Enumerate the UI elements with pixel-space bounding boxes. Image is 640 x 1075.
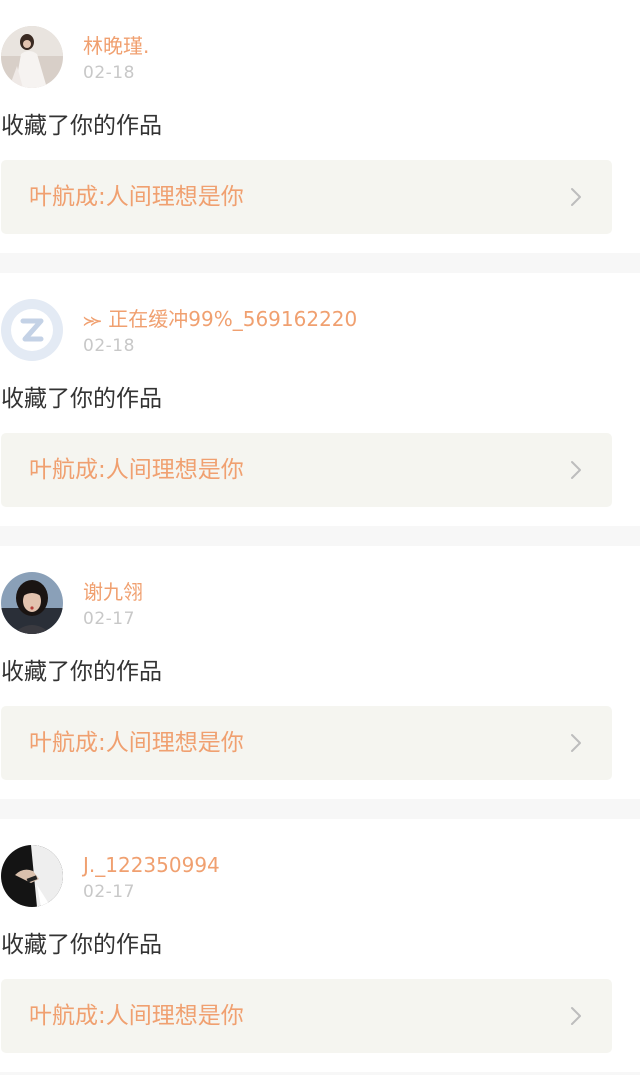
work-title: 叶航成:人间理想是你 xyxy=(29,1003,244,1029)
user-photo-icon xyxy=(1,572,63,634)
chevron-right-icon xyxy=(571,461,581,479)
timestamp: 02-17 xyxy=(83,882,135,902)
avatar[interactable] xyxy=(1,845,63,907)
divider xyxy=(0,799,640,819)
notification-card: J._122350994 02-17 收藏了你的作品 叶航成:人间理想是你 xyxy=(0,819,640,1072)
action-text: 收藏了你的作品 xyxy=(1,659,162,685)
timestamp: 02-17 xyxy=(83,609,135,629)
chevron-right-icon xyxy=(571,188,581,206)
work-link[interactable]: 叶航成:人间理想是你 xyxy=(1,979,612,1053)
notification-card: 林晚瑾. 02-18 收藏了你的作品 叶航成:人间理想是你 xyxy=(0,0,640,253)
notification-card: 谢九翎 02-17 收藏了你的作品 叶航成:人间理想是你 xyxy=(0,546,640,799)
username[interactable]: 林晚瑾. xyxy=(83,34,149,58)
action-text: 收藏了你的作品 xyxy=(1,113,162,139)
username[interactable]: ⪼ 正在缓冲99%_569162220 xyxy=(83,307,357,331)
user-photo-icon xyxy=(1,845,63,907)
chevron-right-icon xyxy=(571,1007,581,1025)
username[interactable]: 谢九翎 xyxy=(83,580,143,604)
notification-card: ⪼ 正在缓冲99%_569162220 02-18 收藏了你的作品 叶航成:人间… xyxy=(0,273,640,526)
timestamp: 02-18 xyxy=(83,336,135,356)
avatar[interactable] xyxy=(1,26,63,88)
work-link[interactable]: 叶航成:人间理想是你 xyxy=(1,706,612,780)
work-title: 叶航成:人间理想是你 xyxy=(29,184,244,210)
work-link[interactable]: 叶航成:人间理想是你 xyxy=(1,160,612,234)
avatar[interactable] xyxy=(1,572,63,634)
divider xyxy=(0,253,640,273)
action-text: 收藏了你的作品 xyxy=(1,932,162,958)
user-photo-icon xyxy=(1,26,63,88)
default-avatar-icon xyxy=(1,299,63,361)
work-title: 叶航成:人间理想是你 xyxy=(29,730,244,756)
work-title: 叶航成:人间理想是你 xyxy=(29,457,244,483)
avatar[interactable] xyxy=(1,299,63,361)
chevron-right-icon xyxy=(571,734,581,752)
divider xyxy=(0,526,640,546)
work-link[interactable]: 叶航成:人间理想是你 xyxy=(1,433,612,507)
timestamp: 02-18 xyxy=(83,63,135,83)
action-text: 收藏了你的作品 xyxy=(1,386,162,412)
username[interactable]: J._122350994 xyxy=(83,853,220,877)
